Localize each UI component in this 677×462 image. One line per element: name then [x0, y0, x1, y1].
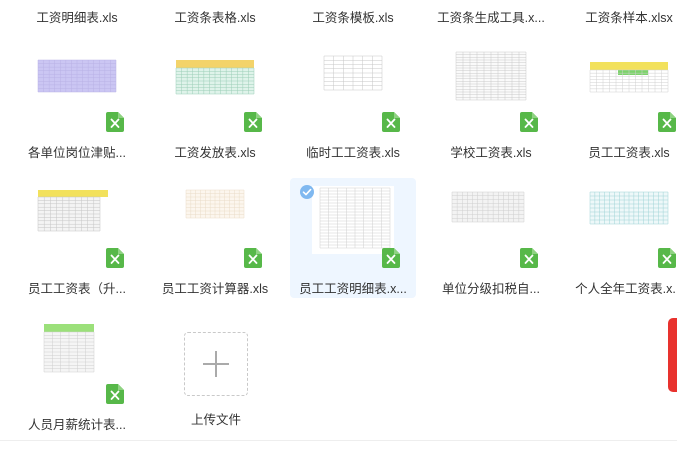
xls-file-icon: [106, 248, 124, 268]
file-name: 员工工资表（升...: [28, 282, 126, 296]
xls-file-icon: [520, 248, 538, 268]
file-tile[interactable]: 人员月薪统计表...: [14, 314, 140, 434]
xls-file-icon: [106, 384, 124, 404]
file-name: 临时工工资表.xls: [306, 146, 400, 160]
file-tile[interactable]: 单位分级扣税自...: [428, 178, 554, 298]
file-name: 学校工资表.xls: [450, 146, 532, 160]
file-name: 员工工资表.xls: [588, 146, 670, 160]
file-tile[interactable]: 个人全年工资表.x...: [566, 178, 677, 298]
file-label-top-4[interactable]: 工资条样本.xlsx: [566, 7, 677, 26]
xls-file-icon: [106, 112, 124, 132]
file-label-top-1[interactable]: 工资条表格.xls: [152, 7, 278, 26]
file-tile[interactable]: 员工工资表（升...: [14, 178, 140, 298]
file-tile[interactable]: 工资发放表.xls: [152, 42, 278, 162]
file-thumbnail: [174, 186, 256, 254]
file-name: 人员月薪统计表...: [28, 418, 126, 432]
selected-check-icon[interactable]: [300, 185, 314, 199]
file-name: 员工工资计算器.xls: [161, 282, 269, 296]
file-tile[interactable]: 员工工资明细表.x...: [290, 178, 416, 298]
file-thumbnail: [312, 50, 394, 118]
xls-file-icon: [244, 248, 262, 268]
xls-file-icon: [382, 248, 400, 268]
file-thumbnail: [36, 186, 118, 254]
file-thumbnail: [450, 50, 532, 118]
file-thumbnail: [588, 50, 670, 118]
file-thumbnail: [36, 50, 118, 118]
file-tile[interactable]: 临时工工资表.xls: [290, 42, 416, 162]
file-name: 各单位岗位津贴...: [28, 146, 126, 160]
upload-button[interactable]: [184, 332, 248, 396]
file-label-top-3[interactable]: 工资条生成工具.x...: [428, 7, 554, 26]
file-tile[interactable]: 学校工资表.xls: [428, 42, 554, 162]
xls-file-icon: [244, 112, 262, 132]
xls-file-icon: [520, 112, 538, 132]
file-name: 工资发放表.xls: [174, 146, 256, 160]
xls-file-icon: [658, 248, 676, 268]
file-name: 个人全年工资表.x...: [575, 282, 677, 296]
file-name: 员工工资明细表.x...: [299, 282, 407, 296]
file-thumbnail: [312, 186, 394, 254]
file-tile[interactable]: 各单位岗位津贴...: [14, 42, 140, 162]
file-tile[interactable]: 员工工资表.xls: [566, 42, 677, 162]
file-label-top-0[interactable]: 工资明细表.xls: [14, 7, 140, 26]
upload-label: 上传文件: [190, 413, 241, 427]
bottom-divider: [0, 440, 677, 441]
file-tile[interactable]: 员工工资计算器.xls: [152, 178, 278, 298]
file-label-top-2[interactable]: 工资条模板.xls: [290, 7, 416, 26]
file-thumbnail: [450, 186, 532, 254]
file-thumbnail: [588, 186, 670, 254]
side-float-tab[interactable]: [668, 318, 677, 392]
xls-file-icon: [658, 112, 676, 132]
file-thumbnail: [36, 322, 118, 390]
file-thumbnail: [174, 50, 256, 118]
xls-file-icon: [382, 112, 400, 132]
file-name: 单位分级扣税自...: [442, 282, 540, 296]
